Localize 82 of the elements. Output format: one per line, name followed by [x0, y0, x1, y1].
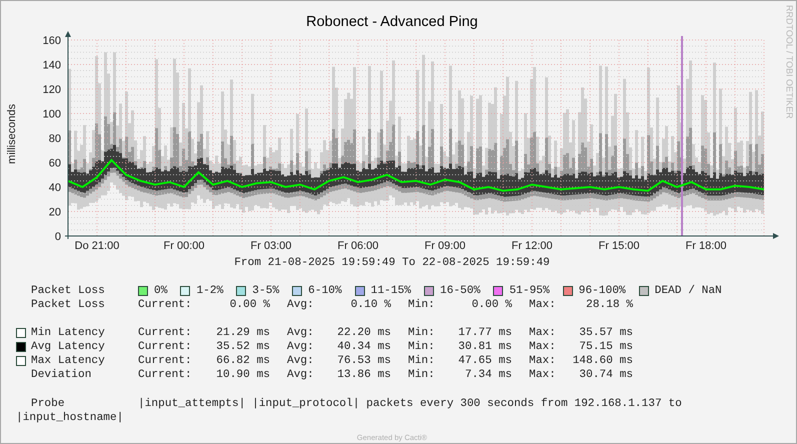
- legend-swatch: [16, 342, 26, 352]
- y-tick-label: 20: [48, 206, 61, 218]
- stat-value: 21.29 ms: [216, 326, 270, 340]
- stat-label: Deviation: [31, 368, 92, 382]
- y-tick-label: 100: [42, 108, 61, 120]
- stat-name: Max:: [529, 326, 556, 340]
- stat-name: Avg:: [287, 340, 314, 354]
- legend-item-label: 51-95%: [509, 284, 550, 298]
- y-tick-label: 40: [48, 182, 61, 194]
- stat-value: 148.60 ms: [572, 354, 633, 368]
- stat-label: Max Latency: [31, 354, 106, 368]
- x-tick-label: Fr 15:00: [598, 240, 640, 252]
- x-tick-label: Fr 09:00: [424, 240, 466, 252]
- stat-name: Max:: [529, 298, 556, 312]
- stat-value: 0.10 %: [350, 298, 391, 312]
- y-tick-label: 120: [42, 84, 61, 96]
- probe-label: Probe: [31, 397, 66, 411]
- y-tick-label: 160: [42, 35, 61, 47]
- stat-value: 0.00 %: [230, 298, 270, 312]
- stat-value: 28.18 %: [586, 298, 633, 312]
- legend-swatch: [16, 328, 26, 338]
- stat-value: 35.57 ms: [579, 326, 633, 340]
- stat-value: 35.52 ms: [216, 340, 270, 354]
- stat-name: Current:: [138, 340, 192, 354]
- stat-name: Min:: [408, 340, 435, 354]
- legend-item-label: 1-2%: [196, 284, 224, 298]
- stat-value: 30.81 ms: [458, 340, 512, 354]
- stat-value: 76.53 ms: [337, 354, 391, 368]
- stat-name: Avg:: [287, 298, 314, 312]
- stat-name: Min:: [408, 368, 435, 382]
- stat-name: Avg:: [287, 326, 314, 340]
- stat-value: 40.34 ms: [337, 340, 391, 354]
- x-tick-label: Fr 12:00: [512, 240, 552, 252]
- x-tick-label: Fr 18:00: [686, 240, 726, 252]
- stat-name: Avg:: [287, 354, 314, 368]
- y-tick-label: 60: [48, 158, 61, 170]
- x-tick-label: Fr 06:00: [338, 240, 378, 252]
- y-tick-label: 0: [54, 231, 61, 243]
- stat-name: Current:: [138, 354, 192, 368]
- stat-label: Packet Loss: [31, 298, 106, 312]
- x-tick-label: Fr 00:00: [164, 240, 204, 252]
- y-tick-label: 140: [42, 60, 61, 72]
- stat-label: Min Latency: [31, 326, 106, 340]
- stat-value: 75.15 ms: [579, 340, 633, 354]
- time-range: From 21-08-2025 19:59:49 To 22-08-2025 19:59:49: [234, 256, 550, 270]
- stat-name: Current:: [138, 326, 192, 340]
- stat-name: Avg:: [287, 368, 314, 382]
- probe-text: |input_attempts| |input_protocol| packets every 300 seconds from 192.168.1.137 to: [138, 397, 682, 411]
- graph-title: Robonect - Advanced Ping: [306, 13, 478, 31]
- probe-text: |input_hostname|: [16, 411, 124, 425]
- legend-item-label: 0%: [154, 284, 168, 298]
- legend-label: Packet Loss: [31, 284, 106, 298]
- stat-value: 66.82 ms: [216, 354, 270, 368]
- side-credit: RRDTOOL / TOBI OETIKER: [784, 5, 794, 119]
- stat-name: Min:: [408, 354, 435, 368]
- y-axis-title: milliseconds: [6, 104, 18, 164]
- stat-value: 0.00 %: [472, 298, 512, 312]
- stat-value: 17.77 ms: [458, 326, 512, 340]
- stat-value: 47.65 ms: [458, 354, 512, 368]
- stat-value: 13.86 ms: [337, 368, 391, 382]
- stat-name: Max:: [529, 368, 556, 382]
- y-tick-label: 80: [48, 133, 61, 145]
- x-tick-label: Fr 03:00: [250, 240, 292, 252]
- stat-name: Max:: [529, 354, 556, 368]
- stat-value: 10.90 ms: [216, 368, 270, 382]
- legend-item-label: 6-10%: [308, 284, 342, 298]
- legend-item-label: 11-15%: [370, 284, 412, 298]
- legend-item-label: DEAD / NaN: [654, 284, 722, 298]
- stat-name: Current:: [138, 298, 192, 312]
- legend-item-label: 96-100%: [578, 284, 626, 298]
- stat-name: Min:: [408, 298, 435, 312]
- stat-name: Min:: [408, 326, 435, 340]
- stat-value: 30.74 ms: [579, 368, 633, 382]
- stat-label: Avg Latency: [31, 340, 106, 354]
- legend-swatch: [16, 356, 26, 366]
- stat-name: Max:: [529, 340, 556, 354]
- legend-item-label: 3-5%: [252, 284, 280, 298]
- x-tick-label: Do 21:00: [74, 240, 120, 252]
- stat-value: 22.20 ms: [337, 326, 391, 340]
- stat-value: 7.34 ms: [465, 368, 512, 382]
- legend-item-label: 16-50%: [440, 284, 480, 298]
- stat-name: Current:: [138, 368, 192, 382]
